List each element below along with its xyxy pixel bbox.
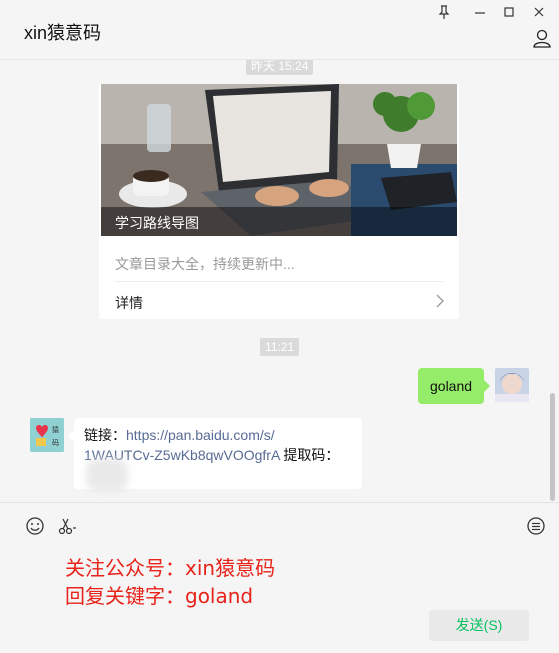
- share-link[interactable]: https://pan.baidu.com/s/: [126, 427, 275, 443]
- draft-line: 关注公众号：xin猿意码: [65, 556, 276, 580]
- article-card[interactable]: 学习路线导图 文章目录大全，持续更新中... 详情: [99, 84, 459, 319]
- article-title: 学习路线导图: [115, 215, 199, 231]
- extract-code-label: 提取码：: [279, 447, 340, 463]
- timestamp: 11:21: [260, 338, 300, 356]
- article-detail-label: 详情: [115, 295, 143, 311]
- blurred-content: [86, 458, 128, 492]
- close-icon[interactable]: [529, 4, 549, 20]
- received-message-text[interactable]: 链接：https://pan.baidu.com/s/ 1WAUTCv-Z5wK…: [84, 425, 354, 465]
- send-button[interactable]: 发送(S): [429, 610, 529, 641]
- minimize-icon[interactable]: [470, 4, 490, 20]
- message-list[interactable]: 昨天 15:24 学习路线导图 文章目录大全，持续更新中... 详情 11:21…: [0, 60, 559, 502]
- maximize-icon[interactable]: [499, 4, 519, 20]
- self-avatar[interactable]: [495, 368, 529, 402]
- bubble-tail: [484, 380, 490, 392]
- svg-text:猿: 猿: [52, 425, 59, 434]
- svg-text:码: 码: [52, 439, 59, 447]
- chevron-right-icon: [436, 294, 444, 308]
- divider: [115, 281, 443, 282]
- message-input[interactable]: 关注公众号：xin猿意码 回复关键字：goland: [65, 554, 275, 610]
- chat-title: xin猿意码: [24, 23, 102, 43]
- emoji-icon[interactable]: [25, 516, 45, 536]
- title-bar: xin猿意码: [0, 0, 559, 60]
- article-description: 文章目录大全，持续更新中...: [115, 256, 295, 272]
- bubble-tail: [68, 430, 74, 442]
- link-prefix: 链接：: [84, 427, 126, 443]
- article-title-overlay: 学习路线导图: [101, 207, 457, 236]
- scissors-icon[interactable]: [57, 516, 77, 536]
- composer: 关注公众号：xin猿意码 回复关键字：goland 发送(S): [0, 502, 559, 653]
- contact-avatar[interactable]: 猿 码: [30, 418, 64, 452]
- scrollbar[interactable]: [550, 393, 555, 501]
- sent-message-bubble[interactable]: goland: [418, 368, 485, 404]
- contact-info-icon[interactable]: [532, 28, 552, 48]
- pin-icon[interactable]: [434, 4, 454, 20]
- chat-history-icon[interactable]: [526, 516, 546, 536]
- timestamp: 昨天 15:24: [246, 60, 314, 75]
- draft-line: 回复关键字：goland: [65, 584, 254, 608]
